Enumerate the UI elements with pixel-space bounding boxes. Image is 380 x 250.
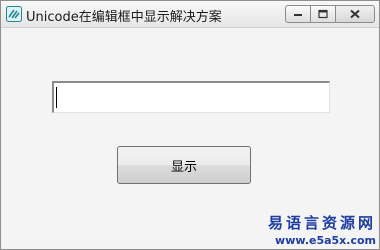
watermark: 易语言资源网 www.e5a5x.com [266, 212, 376, 247]
close-button[interactable] [335, 5, 375, 23]
editbox-input[interactable] [60, 87, 324, 109]
maximize-button[interactable] [310, 5, 336, 23]
close-icon [350, 9, 360, 19]
window-title: Unicode在编辑框中显示解决方案 [26, 10, 222, 25]
watermark-url: www.e5a5x.com [275, 234, 376, 247]
app-logo-icon [6, 6, 22, 22]
minimize-icon [294, 14, 302, 16]
minimize-button[interactable] [285, 5, 311, 23]
watermark-name: 易语言资源网 [267, 214, 376, 232]
title-bar[interactable]: Unicode在编辑框中显示解决方案 [1, 1, 379, 28]
maximize-icon [318, 9, 328, 19]
app-window: Unicode在编辑框中显示解决方案 显示 易语言资源网 www.e5a5x.c… [0, 0, 380, 250]
show-button[interactable]: 显示 [117, 146, 251, 184]
text-editbox[interactable] [52, 81, 330, 113]
client-area: 显示 易语言资源网 www.e5a5x.com [2, 28, 378, 249]
text-caret [56, 87, 57, 108]
